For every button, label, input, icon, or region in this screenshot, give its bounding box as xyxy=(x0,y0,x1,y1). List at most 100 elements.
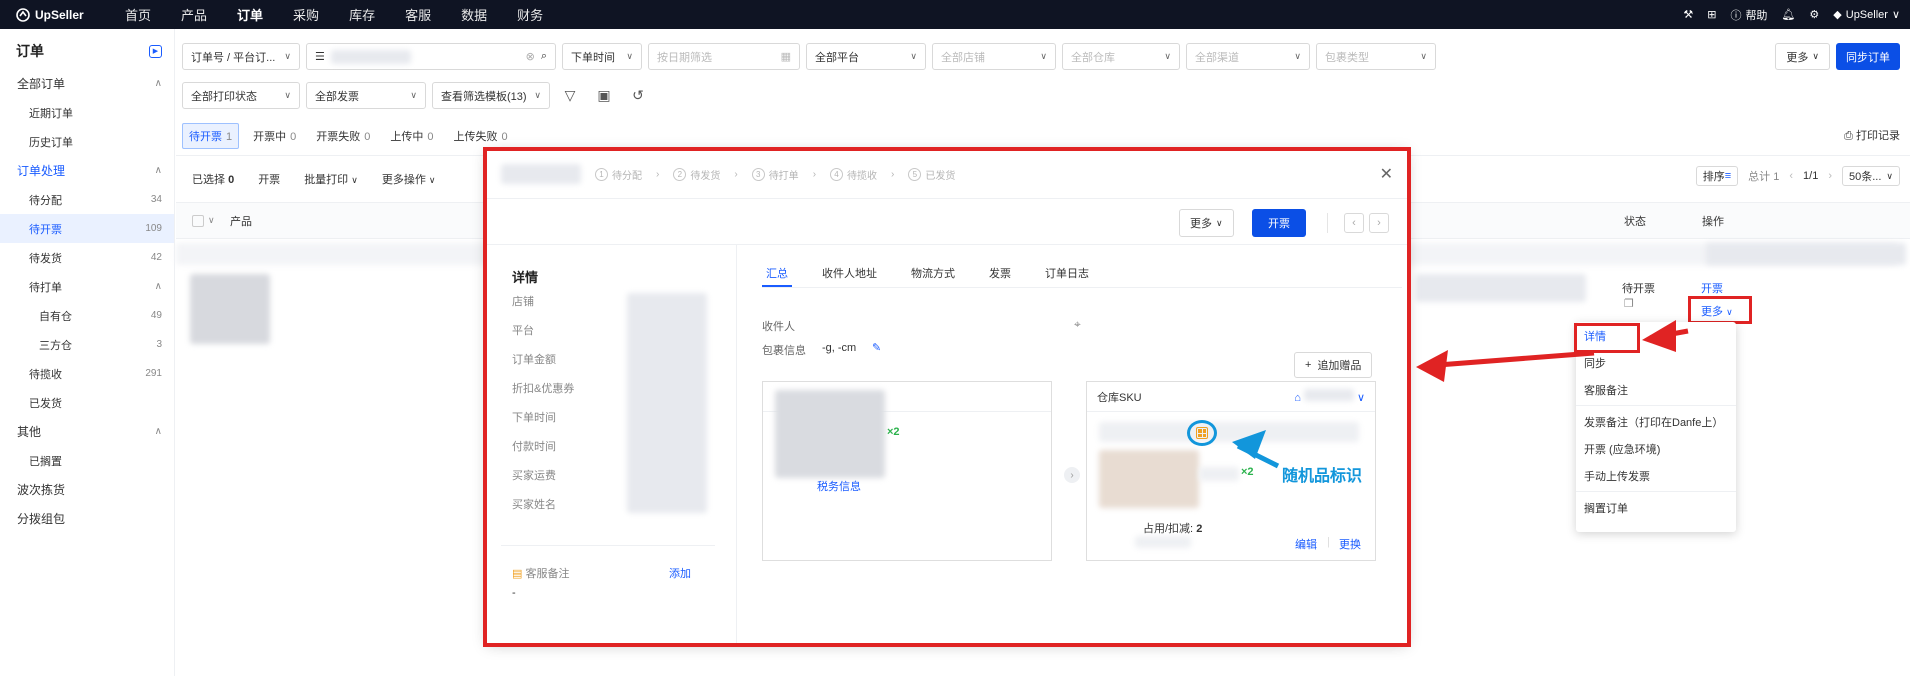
brand-logo[interactable]: UpSeller xyxy=(0,8,110,22)
filter-bar: 订单号 / 平台订... ∨ ☰ ⊗ ⌕ 下单时间 ∨ 按日期筛选 ▦ 全部平台 ∨ 全部店… xyxy=(182,43,1482,109)
substatus-failed[interactable]: 开票失败 0 xyxy=(310,124,376,148)
nav-orders[interactable]: 订单 xyxy=(237,5,263,24)
sidebar-item-to-print[interactable]: 待打单 ∧ xyxy=(0,272,174,301)
menu-item-emergency-invoice[interactable]: 开票 (应急环境) xyxy=(1576,435,1736,462)
detail-highlight-box xyxy=(1574,323,1640,353)
sidebar-item-to-pickup[interactable]: 待揽收 291 xyxy=(0,359,174,388)
page-size-select[interactable]: 50条... ∨ xyxy=(1842,166,1900,186)
select-value: 全部打印状态 xyxy=(191,90,257,103)
sidebar-count: 34 xyxy=(150,194,162,205)
copy-icon[interactable]: ❐ xyxy=(1624,297,1634,310)
sidebar-item-shipped[interactable]: 已发货 xyxy=(0,388,174,417)
package-type-select[interactable]: 包裹类型 ∨ xyxy=(1316,43,1436,70)
chevron-down-icon[interactable]: ∨ xyxy=(208,215,215,226)
next-page-icon[interactable]: › xyxy=(1828,170,1832,182)
time-type-select[interactable]: 下单时间 ∨ xyxy=(562,43,642,70)
sidebar-label: 全部订单 xyxy=(17,77,66,91)
sidebar-group-processing[interactable]: 订单处理 ∧ xyxy=(0,156,174,185)
collapse-sidebar-icon[interactable]: ▶ xyxy=(149,44,162,58)
sidebar-label: 待分配 xyxy=(29,194,62,207)
chevron-down-icon: ∨ xyxy=(534,90,541,100)
date-range-input[interactable]: 按日期筛选 ▦ xyxy=(648,43,800,70)
substatus-count: 1 xyxy=(226,131,233,143)
substatus-to-invoice[interactable]: 待开票 1 xyxy=(182,123,240,149)
bulk-invoice-button[interactable]: 开票 xyxy=(258,171,280,187)
sidebar-item-wave[interactable]: 波次拣货 xyxy=(0,475,174,504)
invoice-select[interactable]: 全部发票 ∨ xyxy=(306,82,426,109)
platform-select[interactable]: 全部平台 ∨ xyxy=(806,43,926,70)
channel-select[interactable]: 全部渠道 ∨ xyxy=(1186,43,1310,70)
select-value: 下单时间 xyxy=(571,51,615,64)
substatus-uploading[interactable]: 上传中 0 xyxy=(384,124,439,148)
warehouse-select[interactable]: 全部仓库 ∨ xyxy=(1062,43,1180,70)
sort-button[interactable]: 排序 ≡ xyxy=(1695,166,1739,186)
substatus-count: 0 xyxy=(501,131,508,143)
substatus-count: 0 xyxy=(427,131,434,143)
sidebar-item-third-wh[interactable]: 三方仓 3 xyxy=(0,330,174,359)
sidebar-item-history[interactable]: 历史订单 xyxy=(0,127,174,156)
sidebar-item-to-ship[interactable]: 待发货 42 xyxy=(0,243,174,272)
more-ops-button[interactable]: 更多操作 ∨ xyxy=(382,171,436,187)
substatus-upload-failed[interactable]: 上传失败 0 xyxy=(448,124,514,148)
clear-icon[interactable]: ⊗ xyxy=(526,50,535,63)
save-icon[interactable]: ▣ xyxy=(590,82,618,109)
sidebar-item-own-wh[interactable]: 自有仓 49 xyxy=(0,301,174,330)
sidebar-item-shelved[interactable]: 已搁置 xyxy=(0,446,174,475)
nav-inventory[interactable]: 库存 xyxy=(349,5,375,24)
nav-home[interactable]: 首页 xyxy=(125,5,151,24)
nav-service[interactable]: 客服 xyxy=(405,5,431,24)
total-count: 总计 1 xyxy=(1748,171,1780,183)
calendar-icon: ▦ xyxy=(780,51,791,63)
product-image-blurred xyxy=(190,274,270,344)
nav-data[interactable]: 数据 xyxy=(461,5,487,24)
sidebar-label: 待发货 xyxy=(29,252,62,265)
user-menu[interactable]: ◆ UpSeller ∨ xyxy=(1833,8,1900,22)
sidebar-item-split[interactable]: 分拨组包 xyxy=(0,504,174,533)
undo-icon[interactable]: ↺ xyxy=(624,82,652,109)
filter-icon[interactable]: ▽ xyxy=(556,82,584,109)
search-type-select[interactable]: 订单号 / 平台订... ∨ xyxy=(182,43,300,70)
gear-icon[interactable]: ⚙ xyxy=(1809,8,1819,21)
chevron-down-icon: ∨ xyxy=(1420,51,1427,61)
nav-finance[interactable]: 财务 xyxy=(517,5,543,24)
search-icon[interactable]: ⌕ xyxy=(541,50,547,63)
batch-print-button[interactable]: 批量打印 ∨ xyxy=(304,171,358,187)
search-input[interactable]: ☰ ⊗ ⌕ xyxy=(306,43,556,70)
help-button[interactable]: ⓘ 帮助 xyxy=(1730,7,1767,23)
select-value: 包裹类型 xyxy=(1325,51,1369,64)
chevron-up-icon: ∧ xyxy=(154,426,162,437)
select-all-checkbox[interactable] xyxy=(192,214,204,227)
tool-icon[interactable]: ⚒ xyxy=(1683,8,1693,21)
user-name: UpSeller xyxy=(1845,8,1888,21)
sidebar-item-to-assign[interactable]: 待分配 34 xyxy=(0,185,174,214)
menu-item-shelve[interactable]: 搁置订单 xyxy=(1576,494,1736,521)
menu-item-sync[interactable]: 同步 xyxy=(1576,349,1736,376)
sidebar-group-other[interactable]: 其他 ∧ xyxy=(0,417,174,446)
chevron-up-icon: ∧ xyxy=(154,78,162,89)
substatus-invoicing[interactable]: 开票中 0 xyxy=(247,124,302,148)
sync-orders-button[interactable]: 同步订单 xyxy=(1836,43,1900,70)
sidebar-label: 三方仓 xyxy=(39,339,72,352)
substatus-label: 上传失败 xyxy=(453,131,498,143)
row-invoice-link[interactable]: 开票 xyxy=(1701,280,1723,296)
shop-select[interactable]: 全部店铺 ∨ xyxy=(932,43,1056,70)
sidebar-item-recent[interactable]: 近期订单 xyxy=(0,98,174,127)
menu-item-upload-invoice[interactable]: 手动上传发票 xyxy=(1576,462,1736,489)
apps-grid-icon[interactable]: ⊞ xyxy=(1707,8,1716,21)
more-button[interactable]: 更多 ∨ xyxy=(1775,43,1830,70)
sidebar-item-to-invoice[interactable]: 待开票 109 xyxy=(0,214,174,243)
sidebar-group-all-orders[interactable]: 全部订单 ∧ xyxy=(0,69,174,98)
print-log-link[interactable]: ⎙ 打印记录 xyxy=(1844,127,1900,143)
chevron-down-icon: ∨ xyxy=(284,51,291,61)
sidebar: 订单 ▶ 全部订单 ∧ 近期订单 历史订单 订单处理 ∧ 待分配 34 待开票 109 待… xyxy=(0,29,175,676)
more-highlight-box xyxy=(1688,296,1752,324)
filter-template-select[interactable]: 查看筛选模板(13) ∨ xyxy=(432,82,550,109)
menu-item-invoice-note[interactable]: 发票备注（打印在Danfe上） xyxy=(1576,408,1736,435)
menu-item-cs-note[interactable]: 客服备注 xyxy=(1576,376,1736,403)
bell-icon[interactable]: 🔔︎ xyxy=(1781,8,1795,21)
random-item-callout: 随机品标识 xyxy=(1282,468,1363,485)
nav-products[interactable]: 产品 xyxy=(181,5,207,24)
prev-page-icon[interactable]: ‹ xyxy=(1789,170,1793,182)
nav-purchase[interactable]: 采购 xyxy=(293,5,319,24)
print-state-select[interactable]: 全部打印状态 ∨ xyxy=(182,82,300,109)
